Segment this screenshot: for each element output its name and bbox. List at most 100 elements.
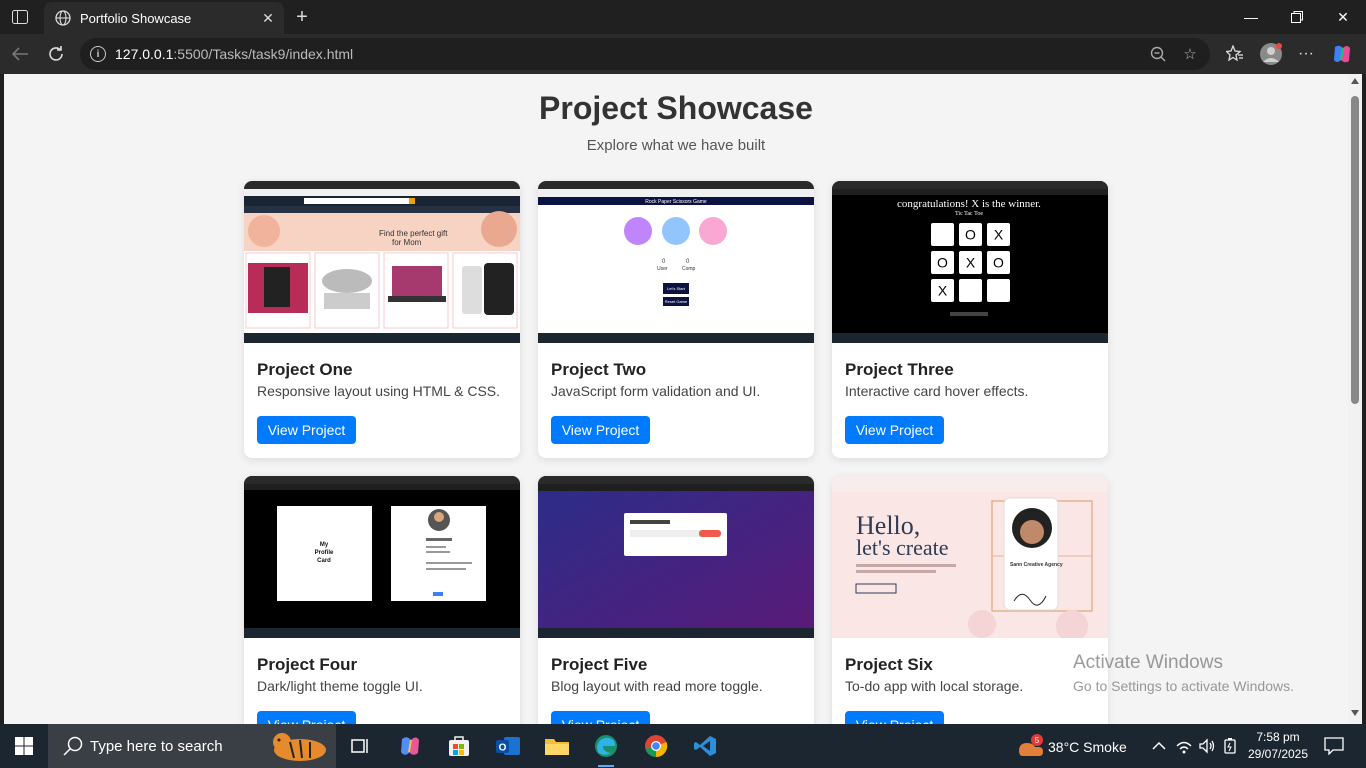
project-thumbnail: Find the perfect gift for Mom	[244, 181, 520, 343]
project-card: My Profile Card Project Four Dark/light …	[244, 476, 520, 724]
view-project-button[interactable]: View Project	[551, 711, 650, 724]
ttt-cell	[959, 279, 982, 302]
weather-text[interactable]: 38°C Smoke	[1048, 739, 1127, 755]
file-explorer-icon[interactable]	[541, 730, 573, 762]
project-thumbnail: My Profile Card	[244, 476, 520, 638]
project-description: Interactive card hover effects.	[845, 383, 1029, 399]
windows-logo-icon	[15, 737, 33, 755]
clock-date: 29/07/2025	[1247, 747, 1309, 761]
network-wifi-icon[interactable]	[1174, 730, 1194, 762]
project-thumbnail: Rock Paper Scissors Game 0 0 User Comp L…	[538, 181, 814, 343]
favorites-icon[interactable]	[1224, 43, 1246, 65]
chrome-icon[interactable]	[640, 730, 672, 762]
microsoft-store-icon[interactable]	[443, 730, 475, 762]
scroll-down-icon[interactable]	[1351, 710, 1359, 716]
profile-avatar-icon[interactable]	[1258, 41, 1284, 67]
site-info-icon[interactable]: i	[90, 46, 106, 62]
show-hidden-icons-chevron-icon[interactable]	[1150, 730, 1168, 762]
browser-tab[interactable]: Portfolio Showcase ✕	[44, 2, 284, 34]
project-title: Project Four	[257, 655, 358, 674]
system-clock[interactable]: 7:58 pm 29/07/2025	[1243, 729, 1313, 763]
scroll-up-icon[interactable]	[1351, 78, 1359, 84]
thumb-label-left: User	[657, 266, 668, 272]
url-host: 127.0.0.1	[115, 46, 174, 62]
new-tab-icon[interactable]: +	[290, 5, 314, 29]
copilot-app-icon[interactable]	[394, 730, 426, 762]
tab-title: Portfolio Showcase	[80, 10, 192, 26]
thumb-btn2: Reset Game	[665, 299, 688, 304]
scrollbar-thumb[interactable]	[1351, 96, 1359, 404]
thumb-btn1: Let's Start	[667, 286, 686, 291]
project-title: Project Six	[845, 655, 933, 674]
ttt-cell-mark: X	[994, 227, 1004, 243]
browser-toolbar: i 127.0.0.1:5500/Tasks/task9/index.html …	[0, 34, 1366, 74]
view-project-button[interactable]: View Project	[257, 711, 356, 724]
start-button[interactable]	[0, 724, 48, 768]
task-view-icon[interactable]	[344, 730, 376, 762]
project-card: Hello, let's create Sann Creative Agency…	[832, 476, 1108, 724]
globe-icon	[54, 9, 72, 27]
project-thumbnail: congratulations! X is the winner. Tic Ta…	[832, 181, 1108, 343]
thumb-card-line3: Card	[317, 558, 331, 564]
vscode-icon[interactable]	[689, 730, 721, 762]
volume-icon[interactable]	[1197, 730, 1217, 762]
project-thumbnail	[538, 476, 814, 638]
project-thumbnail: Hello, let's create Sann Creative Agency	[832, 476, 1108, 638]
project-title: Project Two	[551, 360, 647, 379]
sidebar-toggle-icon[interactable]	[9, 7, 31, 27]
address-bar[interactable]: i 127.0.0.1:5500/Tasks/task9/index.html …	[80, 38, 1210, 70]
thumb-card-line1: My	[320, 542, 329, 548]
page-viewport: Project Showcase Explore what we have bu…	[4, 74, 1348, 724]
watermark-line2: Go to Settings to activate Windows.	[1073, 678, 1294, 694]
url-path: :5500/Tasks/task9/index.html	[173, 46, 354, 62]
view-project-button[interactable]: View Project	[845, 416, 944, 444]
thumb-sub: Tic Tac Toe	[955, 211, 983, 217]
windows-taskbar: Type here to search O 5 38°C Smoke 7:58 …	[0, 724, 1366, 768]
project-card: congratulations! X is the winner. Tic Ta…	[832, 181, 1108, 458]
ttt-cell-mark: X	[966, 255, 976, 271]
activate-windows-watermark: Activate Windows Go to Settings to activ…	[1073, 652, 1294, 694]
thumb-hero-line2: let's create	[856, 535, 949, 560]
notifications-icon[interactable]	[1318, 730, 1350, 762]
thumb-banner-line1: Find the perfect gift	[379, 229, 448, 238]
ttt-cell-mark: O	[965, 227, 976, 243]
weather-badge: 5	[1035, 736, 1040, 745]
battery-icon[interactable]	[1220, 730, 1240, 762]
ttt-cell	[987, 279, 1010, 302]
view-project-button[interactable]: View Project	[257, 416, 356, 444]
project-card: Find the perfect gift for Mom Project On…	[244, 181, 520, 458]
page-scrollbar[interactable]	[1348, 74, 1362, 724]
browser-title-bar: Portfolio Showcase ✕ + — ✕	[0, 0, 1366, 34]
project-title: Project Three	[845, 360, 954, 379]
page-title: Project Showcase	[539, 90, 813, 126]
zoom-icon[interactable]	[1148, 44, 1168, 64]
thumb-banner-line2: for Mom	[392, 238, 422, 247]
thumb-headline: congratulations! X is the winner.	[897, 198, 1041, 210]
thumb-agency: Sann Creative Agency	[1010, 562, 1063, 568]
back-icon[interactable]	[9, 43, 31, 65]
ttt-cell-mark: O	[937, 255, 948, 271]
favorite-star-icon[interactable]: ☆	[1180, 44, 1200, 64]
minimize-icon[interactable]: —	[1228, 0, 1274, 34]
project-card: Rock Paper Scissors Game 0 0 User Comp L…	[538, 181, 814, 458]
outlook-icon[interactable]: O	[492, 730, 524, 762]
watermark-line1: Activate Windows	[1073, 652, 1223, 673]
svg-text:O: O	[499, 743, 507, 754]
restore-icon[interactable]	[1274, 0, 1320, 34]
project-card: Project Five Blog layout with read more …	[538, 476, 814, 724]
taskbar-search-box[interactable]: Type here to search	[48, 724, 336, 768]
close-tab-icon[interactable]: ✕	[258, 8, 278, 28]
edge-browser-icon[interactable]	[590, 730, 622, 767]
copilot-icon[interactable]	[1331, 43, 1353, 65]
view-project-button[interactable]: View Project	[845, 711, 944, 724]
search-placeholder: Type here to search	[90, 737, 223, 755]
weather-icon[interactable]: 5	[1012, 730, 1048, 762]
close-window-icon[interactable]: ✕	[1320, 0, 1366, 34]
search-icon	[63, 736, 83, 756]
more-options-icon[interactable]: ···	[1295, 43, 1317, 65]
refresh-icon[interactable]	[45, 43, 67, 65]
project-description: JavaScript form validation and UI.	[551, 383, 761, 399]
page-subtitle: Explore what we have built	[586, 137, 766, 154]
project-description: Responsive layout using HTML & CSS.	[257, 383, 501, 399]
view-project-button[interactable]: View Project	[551, 416, 650, 444]
